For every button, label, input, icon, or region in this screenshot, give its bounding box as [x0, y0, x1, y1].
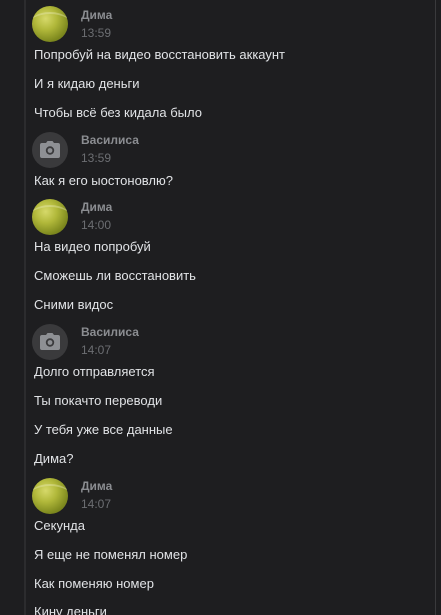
message-text: Секунда	[34, 518, 85, 533]
message-time: 13:59	[81, 26, 112, 40]
message-author[interactable]: Василиса	[81, 325, 139, 339]
message-time: 13:59	[81, 151, 112, 165]
avatar-dima[interactable]	[32, 478, 68, 514]
message-text: И я кидаю деньги	[34, 76, 140, 91]
avatar-vasilisa[interactable]	[32, 324, 68, 360]
message-author[interactable]: Дима	[81, 8, 112, 22]
message-time: 14:07	[81, 343, 112, 357]
message-text: У тебя уже все данные	[34, 422, 173, 437]
avatar-dima[interactable]	[32, 199, 68, 235]
message-author[interactable]: Дима	[81, 479, 112, 493]
message-text: Попробуй на видео восстановить аккаунт	[34, 47, 286, 62]
message-time: 14:00	[81, 218, 112, 232]
left-divider	[24, 0, 26, 615]
message-text: Кину деньги	[34, 604, 107, 615]
scrollbar-track[interactable]	[435, 0, 436, 615]
message-author[interactable]: Дима	[81, 200, 112, 214]
message-text: На видео попробуй	[34, 239, 151, 254]
message-text: Я еще не поменял номер	[34, 547, 188, 562]
chat-history: Дима 13:59 Попробуй на видео восстановит…	[0, 0, 441, 615]
message-text: Как поменяю номер	[34, 576, 154, 591]
message-text: Ты покачто переводи	[34, 393, 163, 408]
message-time: 14:07	[81, 497, 112, 511]
message-text: Долго отправляется	[34, 364, 155, 379]
message-text: Сними видос	[34, 297, 114, 312]
avatar-vasilisa[interactable]	[32, 132, 68, 168]
message-text: Чтобы всё без кидала было	[34, 105, 202, 120]
avatar-dima[interactable]	[32, 6, 68, 42]
message-text: Как я его ыостоновлю?	[34, 173, 173, 188]
message-author[interactable]: Василиса	[81, 133, 139, 147]
camera-icon	[40, 333, 60, 350]
camera-icon	[40, 141, 60, 158]
message-text: Сможешь ли восстановить	[34, 268, 196, 283]
message-text: Дима?	[34, 451, 74, 466]
